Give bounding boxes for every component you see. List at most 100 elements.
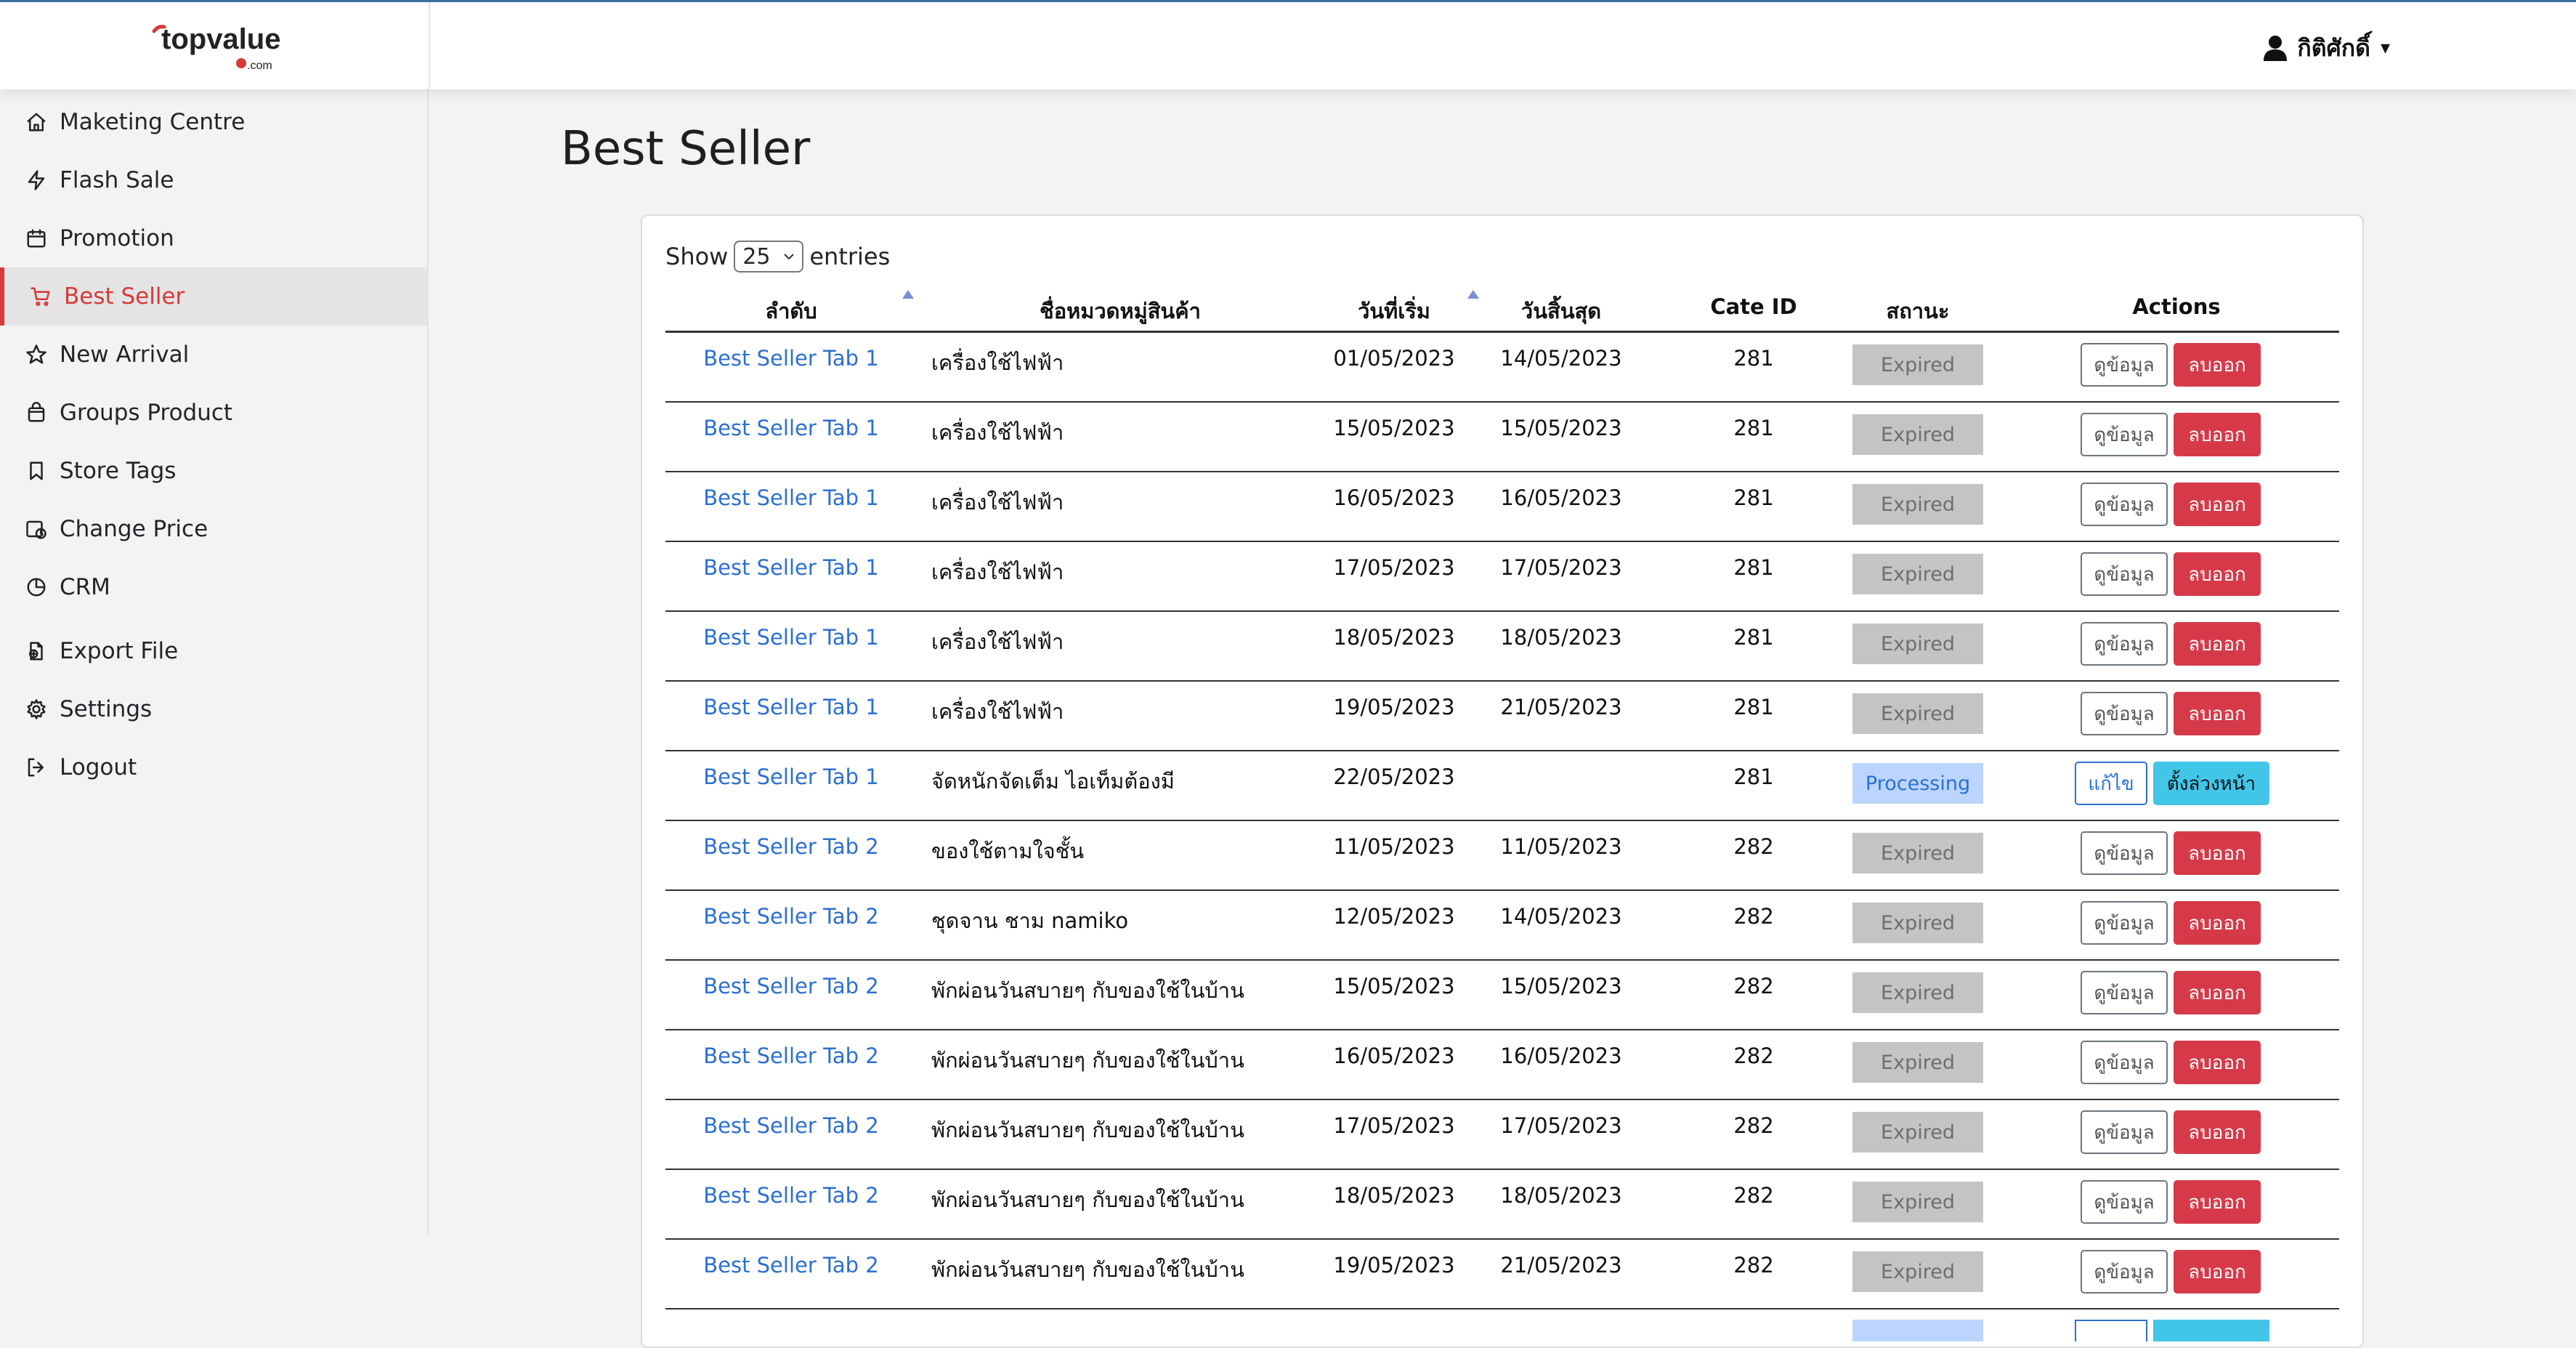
table-header: ลำดับ ชื่อหมวดหมู่สินค้า วันที่เริ่ม วัน… bbox=[665, 287, 2339, 333]
rank-link[interactable]: Best Seller Tab 2 bbox=[665, 904, 917, 929]
header-status[interactable]: สถานะ bbox=[1852, 294, 1983, 328]
sidebar-item-export-file[interactable]: Export File bbox=[0, 622, 427, 680]
rank-link[interactable]: Best Seller Tab 1 bbox=[665, 346, 917, 371]
rank-link[interactable]: Best Seller Tab 1 bbox=[665, 555, 917, 580]
bookmark-icon bbox=[23, 458, 49, 484]
topvalue-logo[interactable]: topvalue .com bbox=[131, 11, 298, 81]
category-name: เครื่องใช้ไฟฟ้า bbox=[931, 560, 1064, 584]
view-button[interactable]: ดูข้อมูล bbox=[2081, 692, 2168, 735]
svg-text:.com: .com bbox=[247, 60, 272, 72]
table-row: Best Seller Tab 2 ของใช้ตามใจชั้น 11/05/20… bbox=[665, 821, 2339, 891]
rank-link[interactable]: Best Seller Tab 2 bbox=[665, 1113, 917, 1138]
start-date: 19/05/2023 bbox=[1333, 695, 1455, 719]
entries-select[interactable]: 25 bbox=[734, 241, 804, 273]
bag-icon bbox=[23, 400, 49, 426]
start-date: 17/05/2023 bbox=[1333, 1113, 1455, 1138]
view-button[interactable]: ดูข้อมูล bbox=[2081, 1110, 2168, 1154]
rank-link[interactable]: Best Seller Tab 2 bbox=[665, 974, 917, 998]
delete-button[interactable]: ลบออก bbox=[2174, 971, 2261, 1014]
start-date: 17/05/2023 bbox=[1333, 555, 1455, 580]
sidebar-item-flash-sale[interactable]: Flash Sale bbox=[0, 151, 427, 209]
view-button[interactable]: ดูข้อมูล bbox=[2081, 483, 2168, 526]
delete-button[interactable]: ลบออก bbox=[2174, 1180, 2261, 1224]
delete-button[interactable]: ลบออก bbox=[2174, 483, 2261, 526]
delete-button[interactable]: ลบออก bbox=[2174, 622, 2261, 666]
entries-length-control: Show 25 entries bbox=[665, 241, 890, 273]
sidebar-item-crm[interactable]: CRM bbox=[0, 558, 427, 616]
rank-link[interactable]: Best Seller Tab 1 bbox=[665, 695, 917, 719]
sidebar-item-logout[interactable]: Logout bbox=[0, 738, 427, 796]
delete-button[interactable]: ลบออก bbox=[2174, 692, 2261, 735]
sidebar-item-label: Promotion bbox=[60, 225, 174, 251]
user-menu[interactable]: กิติศักดิ์ ▾ bbox=[2264, 30, 2390, 66]
delete-button[interactable]: ลบออก bbox=[2174, 552, 2261, 596]
rank-link[interactable]: Best Seller Tab 2 bbox=[665, 834, 917, 859]
sidebar-item-settings[interactable]: Settings bbox=[0, 680, 427, 738]
sidebar-item-best-seller[interactable]: Best Seller bbox=[0, 267, 427, 326]
sidebar-item-new-arrival[interactable]: New Arrival bbox=[0, 326, 427, 384]
delete-button[interactable]: ลบออก bbox=[2174, 901, 2261, 945]
delete-button[interactable]: ลบออก bbox=[2174, 1110, 2261, 1154]
delete-button[interactable]: ลบออก bbox=[2174, 831, 2261, 875]
view-button[interactable]: ดูข้อมูล bbox=[2081, 901, 2168, 945]
sidebar-item-change-price[interactable]: Change Price bbox=[0, 500, 427, 558]
header-start-date[interactable]: วันที่เริ่ม bbox=[1327, 294, 1462, 328]
logo-area: topvalue .com bbox=[0, 2, 430, 89]
view-button[interactable]: ดูข้อมูล bbox=[2081, 552, 2168, 596]
schedule-button[interactable] bbox=[2153, 1320, 2269, 1341]
header-cate-id[interactable]: Cate ID bbox=[1682, 294, 1825, 319]
header-end-date[interactable]: วันสิ้นสุด bbox=[1494, 294, 1629, 328]
header-category[interactable]: ชื่อหมวดหมู่สินค้า bbox=[931, 294, 1309, 328]
star-icon bbox=[23, 342, 49, 368]
sort-asc-icon[interactable] bbox=[902, 290, 914, 299]
sidebar: Maketing Centre Flash Sale Promotion Best S… bbox=[0, 0, 429, 1236]
status-badge: Expired bbox=[1852, 833, 1983, 873]
rank-link[interactable]: Best Seller Tab 2 bbox=[665, 1044, 917, 1068]
rank-link[interactable]: Best Seller Tab 1 bbox=[665, 485, 917, 510]
delete-button[interactable]: ลบออก bbox=[2174, 1041, 2261, 1084]
view-button[interactable]: ดูข้อมูล bbox=[2081, 971, 2168, 1014]
delete-button[interactable]: ลบออก bbox=[2174, 413, 2261, 456]
view-button[interactable]: ดูข้อมูล bbox=[2081, 343, 2168, 387]
header-rank[interactable]: ลำดับ bbox=[665, 294, 917, 328]
table-row: Best Seller Tab 1 เครื่องใช้ไฟฟ้า 01/05/20… bbox=[665, 333, 2339, 403]
logout-icon bbox=[23, 754, 49, 780]
cate-id: 281 bbox=[1733, 695, 1774, 719]
table-row bbox=[665, 1309, 2339, 1341]
view-button[interactable]: ดูข้อมูล bbox=[2081, 1041, 2168, 1084]
delete-button[interactable]: ลบออก bbox=[2174, 343, 2261, 387]
sidebar-item-promotion[interactable]: Promotion bbox=[0, 209, 427, 267]
sidebar-item-groups-product[interactable]: Groups Product bbox=[0, 384, 427, 442]
start-date: 18/05/2023 bbox=[1333, 1183, 1455, 1208]
sort-asc-icon[interactable] bbox=[1467, 290, 1479, 299]
view-button[interactable]: ดูข้อมูล bbox=[2081, 1250, 2168, 1293]
rank-link[interactable]: Best Seller Tab 1 bbox=[665, 416, 917, 440]
end-date: 14/05/2023 bbox=[1500, 346, 1622, 371]
sidebar-item-maketing-centre[interactable]: Maketing Centre bbox=[0, 93, 427, 151]
table-row: Best Seller Tab 1 เครื่องใช้ไฟฟ้า 17/05/20… bbox=[665, 542, 2339, 612]
edit-button[interactable] bbox=[2075, 1320, 2147, 1341]
rank-link[interactable]: Best Seller Tab 1 bbox=[665, 764, 917, 789]
view-button[interactable]: ดูข้อมูล bbox=[2081, 831, 2168, 875]
sidebar-item-store-tags[interactable]: Store Tags bbox=[0, 442, 427, 500]
start-date: 01/05/2023 bbox=[1333, 346, 1455, 371]
view-button[interactable]: ดูข้อมูล bbox=[2081, 413, 2168, 456]
status-badge: Expired bbox=[1852, 1112, 1983, 1153]
home-icon bbox=[23, 109, 49, 135]
status-badge: Expired bbox=[1852, 693, 1983, 734]
table-row: Best Seller Tab 1 เครื่องใช้ไฟฟ้า 16/05/20… bbox=[665, 472, 2339, 542]
view-button[interactable]: ดูข้อมูล bbox=[2081, 1180, 2168, 1224]
edit-button[interactable]: แก้ไข bbox=[2075, 762, 2147, 805]
start-date: 11/05/2023 bbox=[1333, 834, 1455, 859]
status-badge: Expired bbox=[1852, 1251, 1983, 1292]
cate-id: 281 bbox=[1733, 555, 1774, 580]
category-name: พักผ่อนวันสบายๆ กับของใช้ในบ้าน bbox=[931, 1187, 1244, 1212]
rank-link[interactable]: Best Seller Tab 2 bbox=[665, 1253, 917, 1278]
rank-link[interactable]: Best Seller Tab 2 bbox=[665, 1183, 917, 1208]
delete-button[interactable]: ลบออก bbox=[2174, 1250, 2261, 1293]
schedule-button[interactable]: ตั้งล่วงหน้า bbox=[2153, 762, 2269, 805]
view-button[interactable]: ดูข้อมูล bbox=[2081, 622, 2168, 666]
sidebar-item-label: Logout bbox=[60, 754, 137, 780]
rank-link[interactable]: Best Seller Tab 1 bbox=[665, 625, 917, 650]
end-date: 17/05/2023 bbox=[1500, 555, 1622, 580]
